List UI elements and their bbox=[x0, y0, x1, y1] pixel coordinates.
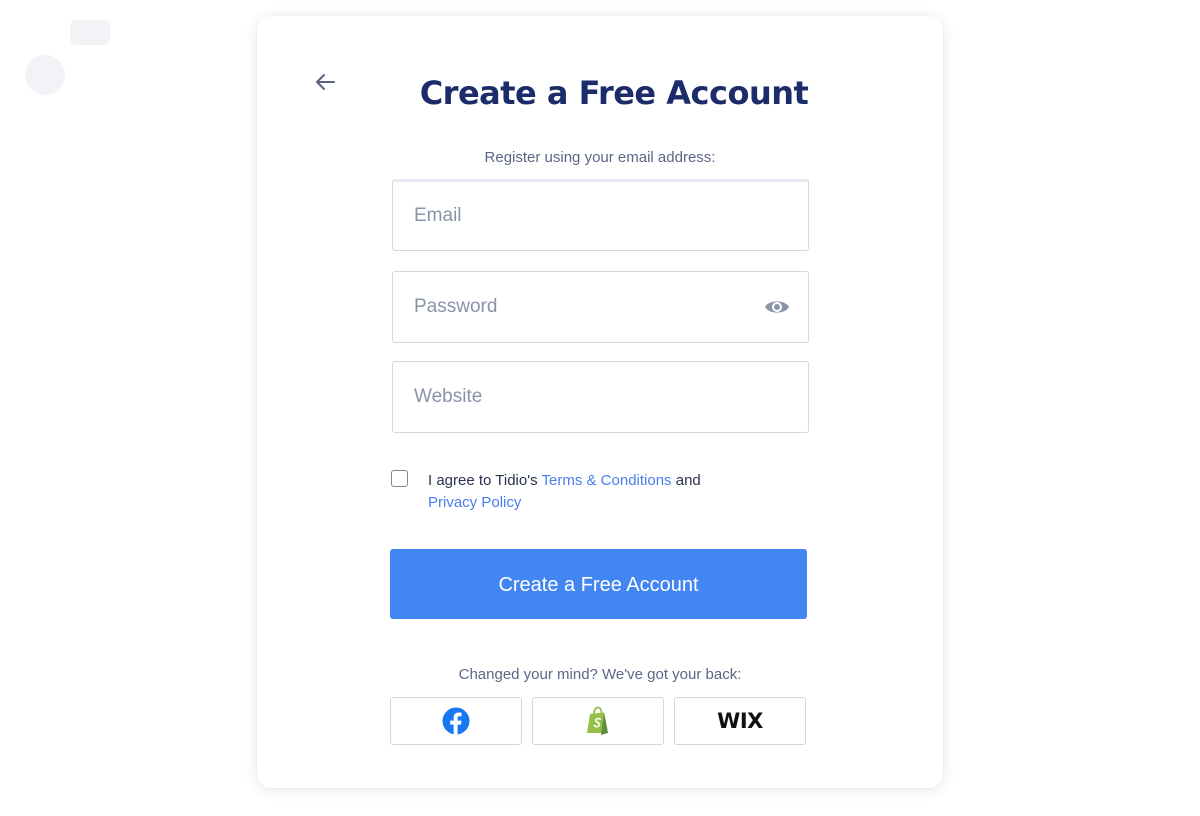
create-account-button[interactable]: Create a Free Account bbox=[390, 549, 807, 619]
register-hint: Register using your email address: bbox=[484, 149, 716, 166]
wix-signup-button[interactable]: WIX bbox=[674, 697, 806, 745]
terms-prefix: I agree to Tidio's bbox=[428, 472, 542, 489]
facebook-signup-button[interactable] bbox=[390, 697, 522, 745]
website-field-wrapper bbox=[392, 361, 809, 433]
terms-text: I agree to Tidio's Terms & Conditions an… bbox=[428, 470, 768, 514]
page-title: Create a Free Account bbox=[419, 74, 809, 112]
password-field[interactable] bbox=[393, 272, 808, 342]
background-decoration bbox=[25, 20, 110, 95]
website-field[interactable] bbox=[393, 362, 808, 432]
terms-checkbox[interactable] bbox=[391, 470, 408, 487]
alternative-signup-prompt: Changed your mind? We've got your back: bbox=[458, 666, 742, 683]
privacy-policy-link[interactable]: Privacy Policy bbox=[428, 494, 521, 511]
shopify-signup-button[interactable] bbox=[532, 697, 664, 745]
email-field-wrapper bbox=[392, 179, 809, 251]
password-field-wrapper bbox=[392, 271, 809, 343]
terms-conditions-link[interactable]: Terms & Conditions bbox=[542, 472, 672, 489]
facebook-icon bbox=[442, 707, 470, 735]
terms-middle: and bbox=[671, 472, 701, 489]
email-field[interactable] bbox=[393, 182, 808, 250]
shopify-icon bbox=[587, 706, 608, 735]
eye-icon[interactable] bbox=[764, 296, 790, 318]
signup-card: Create a Free Account Register using you… bbox=[257, 16, 943, 788]
wix-logo: WIX bbox=[717, 709, 763, 733]
